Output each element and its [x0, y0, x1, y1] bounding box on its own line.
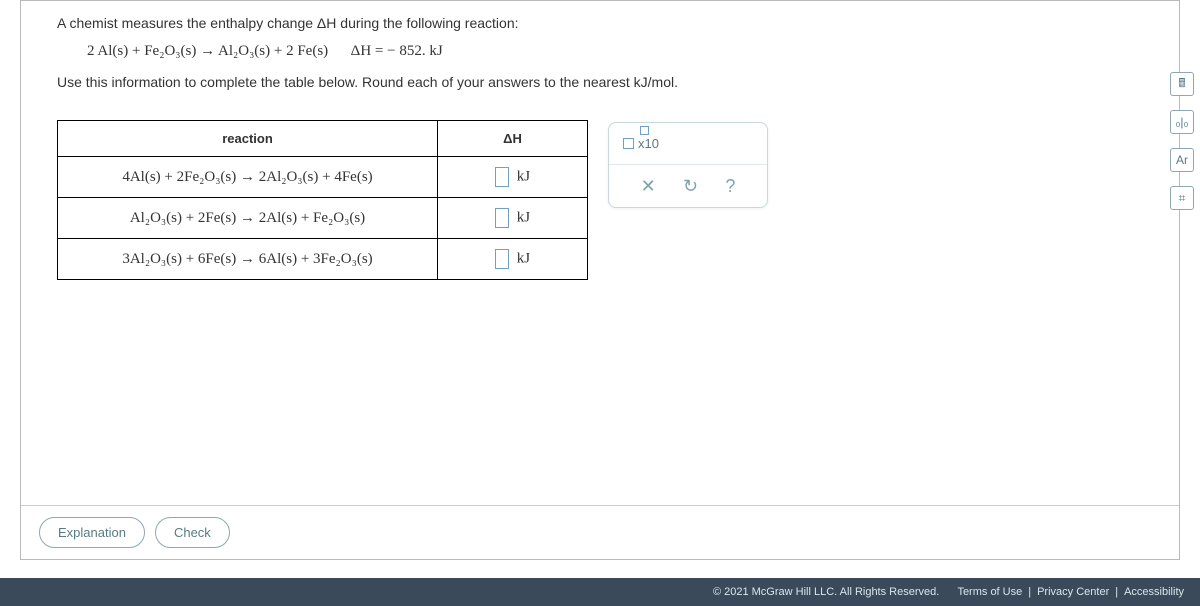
copyright-text: © 2021 McGraw Hill LLC. All Rights Reser…	[713, 586, 939, 598]
header-dh: ΔH	[438, 121, 588, 157]
calculator-icon[interactable]: 🖩	[1170, 72, 1194, 96]
header-reaction: reaction	[58, 121, 438, 157]
bottom-bar: Explanation Check	[21, 505, 1179, 559]
dh-input-1[interactable]	[495, 167, 509, 187]
sci-x10-icon: x10	[638, 136, 659, 151]
keypad-panel: x10 ✕ ↻ ?	[608, 122, 768, 208]
table-row: Al₂O₃(s) + 2Fe(s) → 2Al(s) + Fe₂O₃(s) kJ	[58, 198, 588, 239]
sci-x10-label: x10	[638, 136, 659, 151]
question-intro: A chemist measures the enthalpy change Δ…	[57, 15, 1143, 31]
unit-label: kJ	[517, 168, 530, 184]
accessibility-link[interactable]: Accessibility	[1124, 586, 1184, 598]
check-button[interactable]: Check	[155, 517, 230, 548]
reaction-formula: 2 Al(s) + Fe₂O₃(s) → Al₂O₃(s) + 2 Fe(s)	[87, 43, 328, 59]
help-icon[interactable]: ?	[725, 176, 735, 197]
dh-input-3[interactable]	[495, 249, 509, 269]
question-panel: A chemist measures the enthalpy change Δ…	[20, 0, 1180, 560]
dh-input-cell-2: kJ	[438, 198, 588, 239]
unit-label: kJ	[517, 209, 530, 225]
scientific-notation-button[interactable]: x10	[609, 123, 767, 165]
keypad-actions: ✕ ↻ ?	[609, 165, 767, 207]
clear-icon[interactable]: ✕	[641, 176, 656, 197]
terms-link[interactable]: Terms of Use	[957, 586, 1022, 598]
table-row: 4Al(s) + 2Fe₂O₃(s) → 2Al₂O₃(s) + 4Fe(s) …	[58, 157, 588, 198]
footer-bar: © 2021 McGraw Hill LLC. All Rights Reser…	[0, 578, 1200, 606]
privacy-link[interactable]: Privacy Center	[1037, 586, 1109, 598]
reset-icon[interactable]: ↻	[683, 176, 698, 197]
reaction-cell-3: 3Al₂O₃(s) + 6Fe(s) → 6Al(s) + 3Fe₂O₃(s)	[58, 239, 438, 280]
sci-box-icon	[623, 138, 634, 149]
periodic-table-icon[interactable]: ⌗	[1170, 186, 1194, 210]
given-dh: ΔH = − 852. kJ	[351, 43, 443, 59]
reaction-cell-2: Al₂O₃(s) + 2Fe(s) → 2Al(s) + Fe₂O₃(s)	[58, 198, 438, 239]
footer-sep: |	[1028, 586, 1031, 598]
dh-input-cell-1: kJ	[438, 157, 588, 198]
content-row: reaction ΔH 4Al(s) + 2Fe₂O₃(s) → 2Al₂O₃(…	[21, 120, 1179, 280]
instruction-text: Use this information to complete the tab…	[57, 74, 1143, 90]
explanation-button[interactable]: Explanation	[39, 517, 145, 548]
dh-input-2[interactable]	[495, 208, 509, 228]
unit-label: kJ	[517, 250, 530, 266]
side-toolbar: 🖩 ₀|₀ Ar ⌗	[1168, 72, 1196, 210]
dh-input-cell-3: kJ	[438, 239, 588, 280]
given-reaction: 2 Al(s) + Fe₂O₃(s) → Al₂O₃(s) + 2 Fe(s) …	[87, 43, 1143, 60]
reaction-table: reaction ΔH 4Al(s) + 2Fe₂O₃(s) → 2Al₂O₃(…	[57, 120, 588, 280]
footer-sep: |	[1115, 586, 1118, 598]
table-row: 3Al₂O₃(s) + 6Fe(s) → 6Al(s) + 3Fe₂O₃(s) …	[58, 239, 588, 280]
reaction-cell-1: 4Al(s) + 2Fe₂O₃(s) → 2Al₂O₃(s) + 4Fe(s)	[58, 157, 438, 198]
graph-icon[interactable]: ₀|₀	[1170, 110, 1194, 134]
question-area: A chemist measures the enthalpy change Δ…	[21, 1, 1179, 120]
periodic-ar-icon[interactable]: Ar	[1170, 148, 1194, 172]
